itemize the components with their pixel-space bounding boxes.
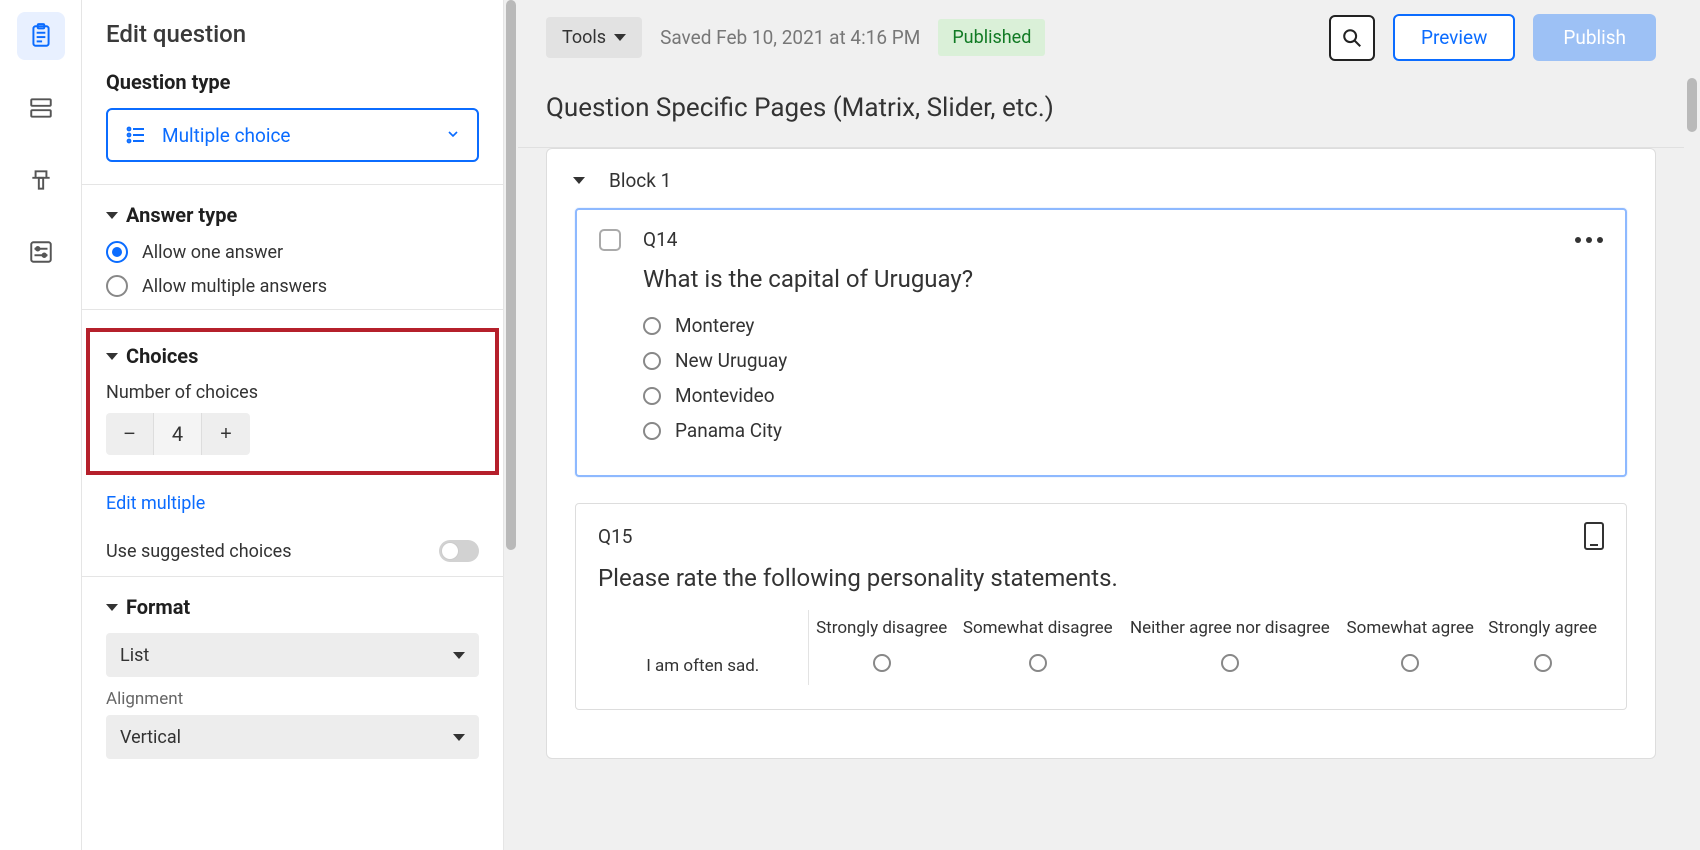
format-heading: Format <box>126 595 190 619</box>
question-id: Q15 <box>598 525 632 548</box>
edit-multiple-link[interactable]: Edit multiple <box>106 493 205 514</box>
rail-theme-icon[interactable] <box>17 156 65 204</box>
choice-row[interactable]: Monterey <box>643 311 1603 340</box>
chevron-down-icon <box>614 34 626 41</box>
answer-multiple-label: Allow multiple answers <box>142 276 327 297</box>
saved-timestamp: Saved Feb 10, 2021 at 4:16 PM <box>660 26 920 49</box>
alignment-label: Alignment <box>106 689 479 709</box>
panel-title: Edit question <box>106 20 479 48</box>
stepper-plus-button[interactable]: + <box>202 413 250 455</box>
survey-canvas: Block 1 Q14 What is the capital of Urugu… <box>518 148 1684 850</box>
question-text[interactable]: Please rate the following personality st… <box>598 564 1604 592</box>
tools-label: Tools <box>562 27 606 48</box>
page-banner: Question Specific Pages (Matrix, Slider,… <box>518 75 1684 148</box>
choices-section[interactable]: Choices <box>106 344 479 368</box>
choice-label: Montevideo <box>675 384 775 407</box>
question-type-value: Multiple choice <box>162 124 290 147</box>
stepper-minus-button[interactable]: − <box>106 413 154 455</box>
caret-down-icon <box>106 604 118 611</box>
radio-icon <box>643 422 661 440</box>
suggested-choices-toggle[interactable] <box>439 540 479 562</box>
choices-highlight: Choices Number of choices − 4 + <box>86 328 499 475</box>
format-section[interactable]: Format <box>106 595 479 619</box>
block-card: Block 1 Q14 What is the capital of Urugu… <box>546 148 1656 759</box>
rail-layout-icon[interactable] <box>17 84 65 132</box>
matrix-col-header: Strongly disagree <box>808 610 955 646</box>
answer-one-label: Allow one answer <box>142 242 283 263</box>
question-menu-button[interactable] <box>1575 237 1603 243</box>
choice-label: Panama City <box>675 419 782 442</box>
edit-panel-scrollbar[interactable] <box>504 0 518 850</box>
published-badge: Published <box>938 19 1045 56</box>
matrix-col-header: Strongly agree <box>1481 610 1604 646</box>
mobile-icon <box>1584 522 1604 550</box>
matrix-row-label[interactable]: I am often sad. <box>598 646 808 685</box>
choice-row[interactable]: Montevideo <box>643 381 1603 410</box>
radio-icon <box>106 275 128 297</box>
choice-row[interactable]: New Uruguay <box>643 346 1603 375</box>
question-card-q14[interactable]: Q14 What is the capital of Uruguay? Mont… <box>575 208 1627 477</box>
question-select-checkbox[interactable] <box>599 229 621 251</box>
chevron-down-icon <box>445 126 461 142</box>
answer-allow-one[interactable]: Allow one answer <box>106 241 479 263</box>
question-id: Q14 <box>643 228 677 251</box>
question-card-q15[interactable]: Q15 Please rate the following personalit… <box>575 503 1627 710</box>
matrix-radio[interactable] <box>1534 654 1552 672</box>
publish-button[interactable]: Publish <box>1533 14 1656 61</box>
radio-icon <box>106 241 128 263</box>
matrix-table: Strongly disagree Somewhat disagree Neit… <box>598 610 1604 685</box>
matrix-radio[interactable] <box>873 654 891 672</box>
matrix-col-header: Somewhat disagree <box>955 610 1121 646</box>
list-icon <box>124 123 148 147</box>
search-icon <box>1341 27 1363 49</box>
answer-allow-multiple[interactable]: Allow multiple answers <box>106 275 479 297</box>
choices-heading: Choices <box>126 344 198 368</box>
search-button[interactable] <box>1329 15 1375 61</box>
choice-label: Monterey <box>675 314 754 337</box>
caret-down-icon <box>106 212 118 219</box>
choice-row[interactable]: Panama City <box>643 416 1603 445</box>
preview-label: Preview <box>1421 26 1487 49</box>
radio-icon <box>643 387 661 405</box>
caret-down-icon <box>573 177 585 184</box>
page-scrollbar[interactable] <box>1684 0 1700 850</box>
matrix-row: I am often sad. <box>598 646 1604 685</box>
block-header[interactable]: Block 1 <box>565 165 1637 208</box>
matrix-col-header: Somewhat agree <box>1339 610 1481 646</box>
left-icon-rail <box>0 0 82 850</box>
radio-icon <box>643 352 661 370</box>
chevron-down-icon <box>453 652 465 659</box>
main-area: Tools Saved Feb 10, 2021 at 4:16 PM Publ… <box>518 0 1684 850</box>
matrix-col-header: Neither agree nor disagree <box>1121 610 1339 646</box>
rail-options-icon[interactable] <box>17 228 65 276</box>
banner-title: Question Specific Pages (Matrix, Slider,… <box>546 93 1054 123</box>
question-type-select[interactable]: Multiple choice <box>106 108 479 162</box>
caret-down-icon <box>106 353 118 360</box>
matrix-radio[interactable] <box>1221 654 1239 672</box>
matrix-radio[interactable] <box>1401 654 1419 672</box>
question-text[interactable]: What is the capital of Uruguay? <box>643 265 1603 293</box>
matrix-radio[interactable] <box>1029 654 1047 672</box>
radio-icon <box>643 317 661 335</box>
format-value: List <box>120 645 149 666</box>
format-select[interactable]: List <box>106 633 479 677</box>
stepper-value: 4 <box>154 413 202 455</box>
alignment-value: Vertical <box>120 727 181 748</box>
answer-type-heading: Answer type <box>126 203 237 227</box>
chevron-down-icon <box>453 734 465 741</box>
rail-survey-icon[interactable] <box>17 12 65 60</box>
answer-type-section[interactable]: Answer type <box>106 203 479 227</box>
publish-label: Publish <box>1563 26 1626 49</box>
num-choices-label: Number of choices <box>106 382 479 403</box>
edit-panel: Edit question Question type Multiple cho… <box>82 0 504 850</box>
alignment-select[interactable]: Vertical <box>106 715 479 759</box>
preview-button[interactable]: Preview <box>1393 14 1515 61</box>
choice-label: New Uruguay <box>675 349 787 372</box>
tools-button[interactable]: Tools <box>546 17 642 58</box>
block-name: Block 1 <box>609 169 671 192</box>
suggested-choices-label: Use suggested choices <box>106 541 292 562</box>
question-type-heading: Question type <box>106 70 479 94</box>
num-choices-stepper: − 4 + <box>106 413 250 455</box>
topbar: Tools Saved Feb 10, 2021 at 4:16 PM Publ… <box>518 0 1684 75</box>
